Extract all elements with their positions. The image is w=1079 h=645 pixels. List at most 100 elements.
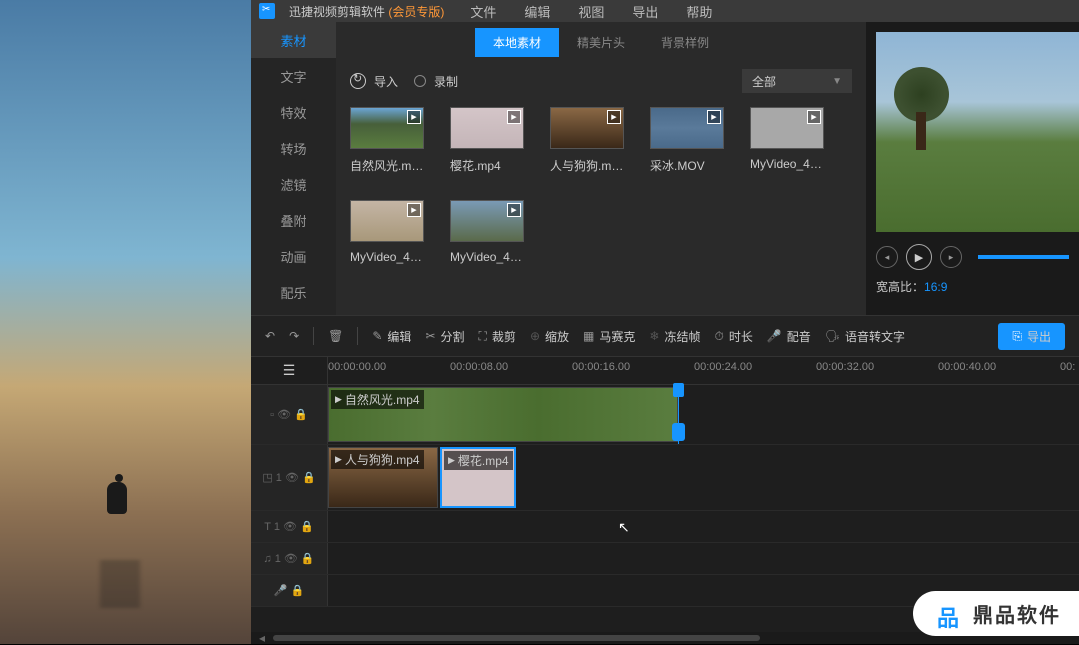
duration-button[interactable]: ⏱ 时长 bbox=[714, 328, 752, 345]
media-grid: ▶自然风光.mp4▶樱花.mp4▶人与狗狗.mp4▶采冰.MOV▶MyVideo… bbox=[336, 107, 866, 264]
play-button[interactable]: ▶ bbox=[906, 244, 932, 270]
watermark-logo-icon bbox=[937, 601, 963, 627]
media-name: 樱花.mp4 bbox=[450, 157, 524, 174]
clip-pip2[interactable]: ▶樱花.mp4 bbox=[440, 447, 516, 508]
media-name: MyVideo_4_... bbox=[450, 250, 524, 264]
crop-button[interactable]: ⛶ 裁剪 bbox=[479, 328, 516, 345]
timecode: 00:00:24.00 bbox=[694, 361, 752, 373]
media-name: MyVideo_4_... bbox=[350, 250, 424, 264]
media-toolbar: 导入 录制 全部▼ bbox=[336, 69, 866, 93]
menu-export[interactable]: 导出 bbox=[632, 2, 658, 21]
play-icon: ▶ bbox=[507, 203, 521, 217]
stt-button[interactable]: 🗣 语音转文字 bbox=[825, 328, 905, 345]
sidebar-item-media[interactable]: 素材 bbox=[251, 22, 336, 58]
menu-file[interactable]: 文件 bbox=[470, 2, 496, 21]
timeline-header: ☰ 00:00:00.0000:00:08.0000:00:16.0000:00… bbox=[251, 357, 1079, 385]
media-item[interactable]: ▶人与狗狗.mp4 bbox=[550, 107, 624, 174]
action-toolbar: ↶ ↷ 🗑 ✎ 编辑 ✂ 分割 ⛶ 裁剪 ⊕ 缩放 ▦ 马赛克 ❄ 冻结帧 ⏱ … bbox=[251, 315, 1079, 357]
play-icon: ▶ bbox=[507, 110, 521, 124]
runner-silhouette bbox=[95, 474, 140, 549]
audio-track-body[interactable] bbox=[328, 543, 1079, 574]
video-editor-app: 迅捷视频剪辑软件 (会员专版) 文件 编辑 视图 导出 帮助 素材 文字 特效 … bbox=[251, 0, 1079, 644]
video-track: ▫ 👁 🔒 ▶自然风光.mp4 bbox=[251, 385, 1079, 445]
prev-frame-button[interactable]: ◂ bbox=[876, 246, 898, 268]
play-icon: ▶ bbox=[407, 203, 421, 217]
sidebar-item-filter[interactable]: 滤镜 bbox=[251, 166, 336, 202]
sidebar-item-effects[interactable]: 特效 bbox=[251, 94, 336, 130]
text-track-head[interactable]: T 1 👁 🔒 bbox=[251, 511, 328, 542]
timeline-ruler[interactable]: 00:00:00.0000:00:08.0000:00:16.0000:00:2… bbox=[328, 357, 1079, 384]
media-item[interactable]: ▶ 樱花.mp4 bbox=[450, 107, 524, 174]
sidebar-item-music[interactable]: 配乐 bbox=[251, 274, 336, 310]
media-item[interactable]: ▶ MyVideo_4_... bbox=[450, 200, 524, 264]
clip-main[interactable]: ▶自然风光.mp4 bbox=[328, 387, 678, 442]
redo-button[interactable]: ↷ bbox=[289, 329, 299, 343]
delete-button[interactable]: 🗑 bbox=[328, 329, 343, 343]
menu-help[interactable]: 帮助 bbox=[686, 2, 712, 21]
timecode: 00:00:40.00 bbox=[938, 361, 996, 373]
preview-panel: ◂ ▶ ▸ 宽高比：16:9 bbox=[866, 22, 1079, 315]
track-menu[interactable]: ☰ bbox=[251, 357, 328, 384]
mic-track-head[interactable]: 🎤 🔒 bbox=[251, 575, 328, 606]
record-button[interactable]: 录制 bbox=[414, 73, 458, 90]
sidebar-item-animation[interactable]: 动画 bbox=[251, 238, 336, 274]
media-thumbnail: ▶ bbox=[550, 107, 624, 149]
edit-button[interactable]: ✎ 编辑 bbox=[372, 328, 411, 345]
video-track-body[interactable]: ▶自然风光.mp4 bbox=[328, 385, 1079, 444]
watermark-text: 鼎品软件 bbox=[973, 599, 1061, 628]
media-thumbnail: ▶ bbox=[450, 107, 524, 149]
media-subtabs: 本地素材 精美片头 背景样例 bbox=[336, 28, 866, 57]
sidebar-item-text[interactable]: 文字 bbox=[251, 58, 336, 94]
play-icon: ▶ bbox=[407, 110, 421, 124]
undo-button[interactable]: ↶ bbox=[265, 329, 275, 343]
media-thumbnail: ▶ bbox=[350, 107, 424, 149]
video-track-head[interactable]: ▫ 👁 🔒 bbox=[251, 385, 328, 444]
app-logo-icon bbox=[259, 3, 275, 19]
audio-button[interactable]: 🎤 配音 bbox=[767, 328, 811, 345]
export-button[interactable]: ⎘ 导出 bbox=[998, 323, 1065, 350]
app-title: 迅捷视频剪辑软件 (会员专版) bbox=[289, 3, 444, 20]
timecode: 00:00:08.00 bbox=[450, 361, 508, 373]
video-icon: ▶ bbox=[448, 455, 455, 466]
sidebar-item-transition[interactable]: 转场 bbox=[251, 130, 336, 166]
media-item[interactable]: ▶ 自然风光.mp4 bbox=[350, 107, 424, 174]
scrollbar-thumb[interactable] bbox=[273, 635, 760, 641]
refresh-icon bbox=[350, 73, 366, 89]
upper-pane: 素材 文字 特效 转场 滤镜 叠附 动画 配乐 本地素材 精美片头 背景样例 导… bbox=[251, 22, 1079, 315]
split-button[interactable]: ✂ 分割 bbox=[425, 328, 464, 345]
filter-dropdown[interactable]: 全部▼ bbox=[742, 69, 852, 93]
clip-pip1[interactable]: ▶人与狗狗.mp4 bbox=[328, 447, 438, 508]
media-item[interactable]: ▶ MyVideo_4_... bbox=[350, 200, 424, 264]
text-track: T 1 👁 🔒 ↖ bbox=[251, 511, 1079, 543]
title-bar: 迅捷视频剪辑软件 (会员专版) 文件 编辑 视图 导出 帮助 bbox=[251, 0, 1079, 22]
playhead[interactable] bbox=[678, 385, 679, 444]
media-item[interactable]: ▶采冰.MOV bbox=[650, 107, 724, 174]
freeze-button[interactable]: ❄ 冻结帧 bbox=[649, 328, 700, 345]
media-thumbnail: ▶ bbox=[450, 200, 524, 242]
pip-track: ◳ 1 👁 🔒 ▶人与狗狗.mp4 ▶樱花.mp4 bbox=[251, 445, 1079, 511]
timecode: 00:00:32.00 bbox=[816, 361, 874, 373]
text-track-body[interactable]: ↖ bbox=[328, 511, 1079, 542]
pip-track-head[interactable]: ◳ 1 👁 🔒 bbox=[251, 445, 328, 510]
subtab-intros[interactable]: 精美片头 bbox=[559, 28, 643, 57]
preview-video[interactable] bbox=[876, 32, 1079, 232]
pip-track-body[interactable]: ▶人与狗狗.mp4 ▶樱花.mp4 bbox=[328, 445, 1079, 510]
progress-bar[interactable] bbox=[978, 255, 1069, 259]
audio-track-head[interactable]: ♫ 1 👁 🔒 bbox=[251, 543, 328, 574]
sidebar-item-overlay[interactable]: 叠附 bbox=[251, 202, 336, 238]
media-name: 自然风光.mp4 bbox=[350, 157, 424, 174]
import-button[interactable]: 导入 bbox=[350, 73, 398, 90]
media-item[interactable]: ▶MyVideo_4_... bbox=[750, 107, 824, 174]
next-frame-button[interactable]: ▸ bbox=[940, 246, 962, 268]
menu-edit[interactable]: 编辑 bbox=[524, 2, 550, 21]
preview-controls: ◂ ▶ ▸ bbox=[866, 232, 1079, 276]
hamburger-icon: ☰ bbox=[283, 362, 296, 379]
subtab-local[interactable]: 本地素材 bbox=[475, 28, 559, 57]
menu-bar: 文件 编辑 视图 导出 帮助 bbox=[470, 2, 712, 21]
zoom-button[interactable]: ⊕ 缩放 bbox=[530, 328, 569, 345]
menu-view[interactable]: 视图 bbox=[578, 2, 604, 21]
subtab-backgrounds[interactable]: 背景样例 bbox=[643, 28, 727, 57]
mosaic-button[interactable]: ▦ 马赛克 bbox=[583, 328, 635, 345]
aspect-ratio: 宽高比：16:9 bbox=[866, 276, 1079, 297]
scroll-left-icon[interactable]: ◂ bbox=[259, 631, 265, 645]
